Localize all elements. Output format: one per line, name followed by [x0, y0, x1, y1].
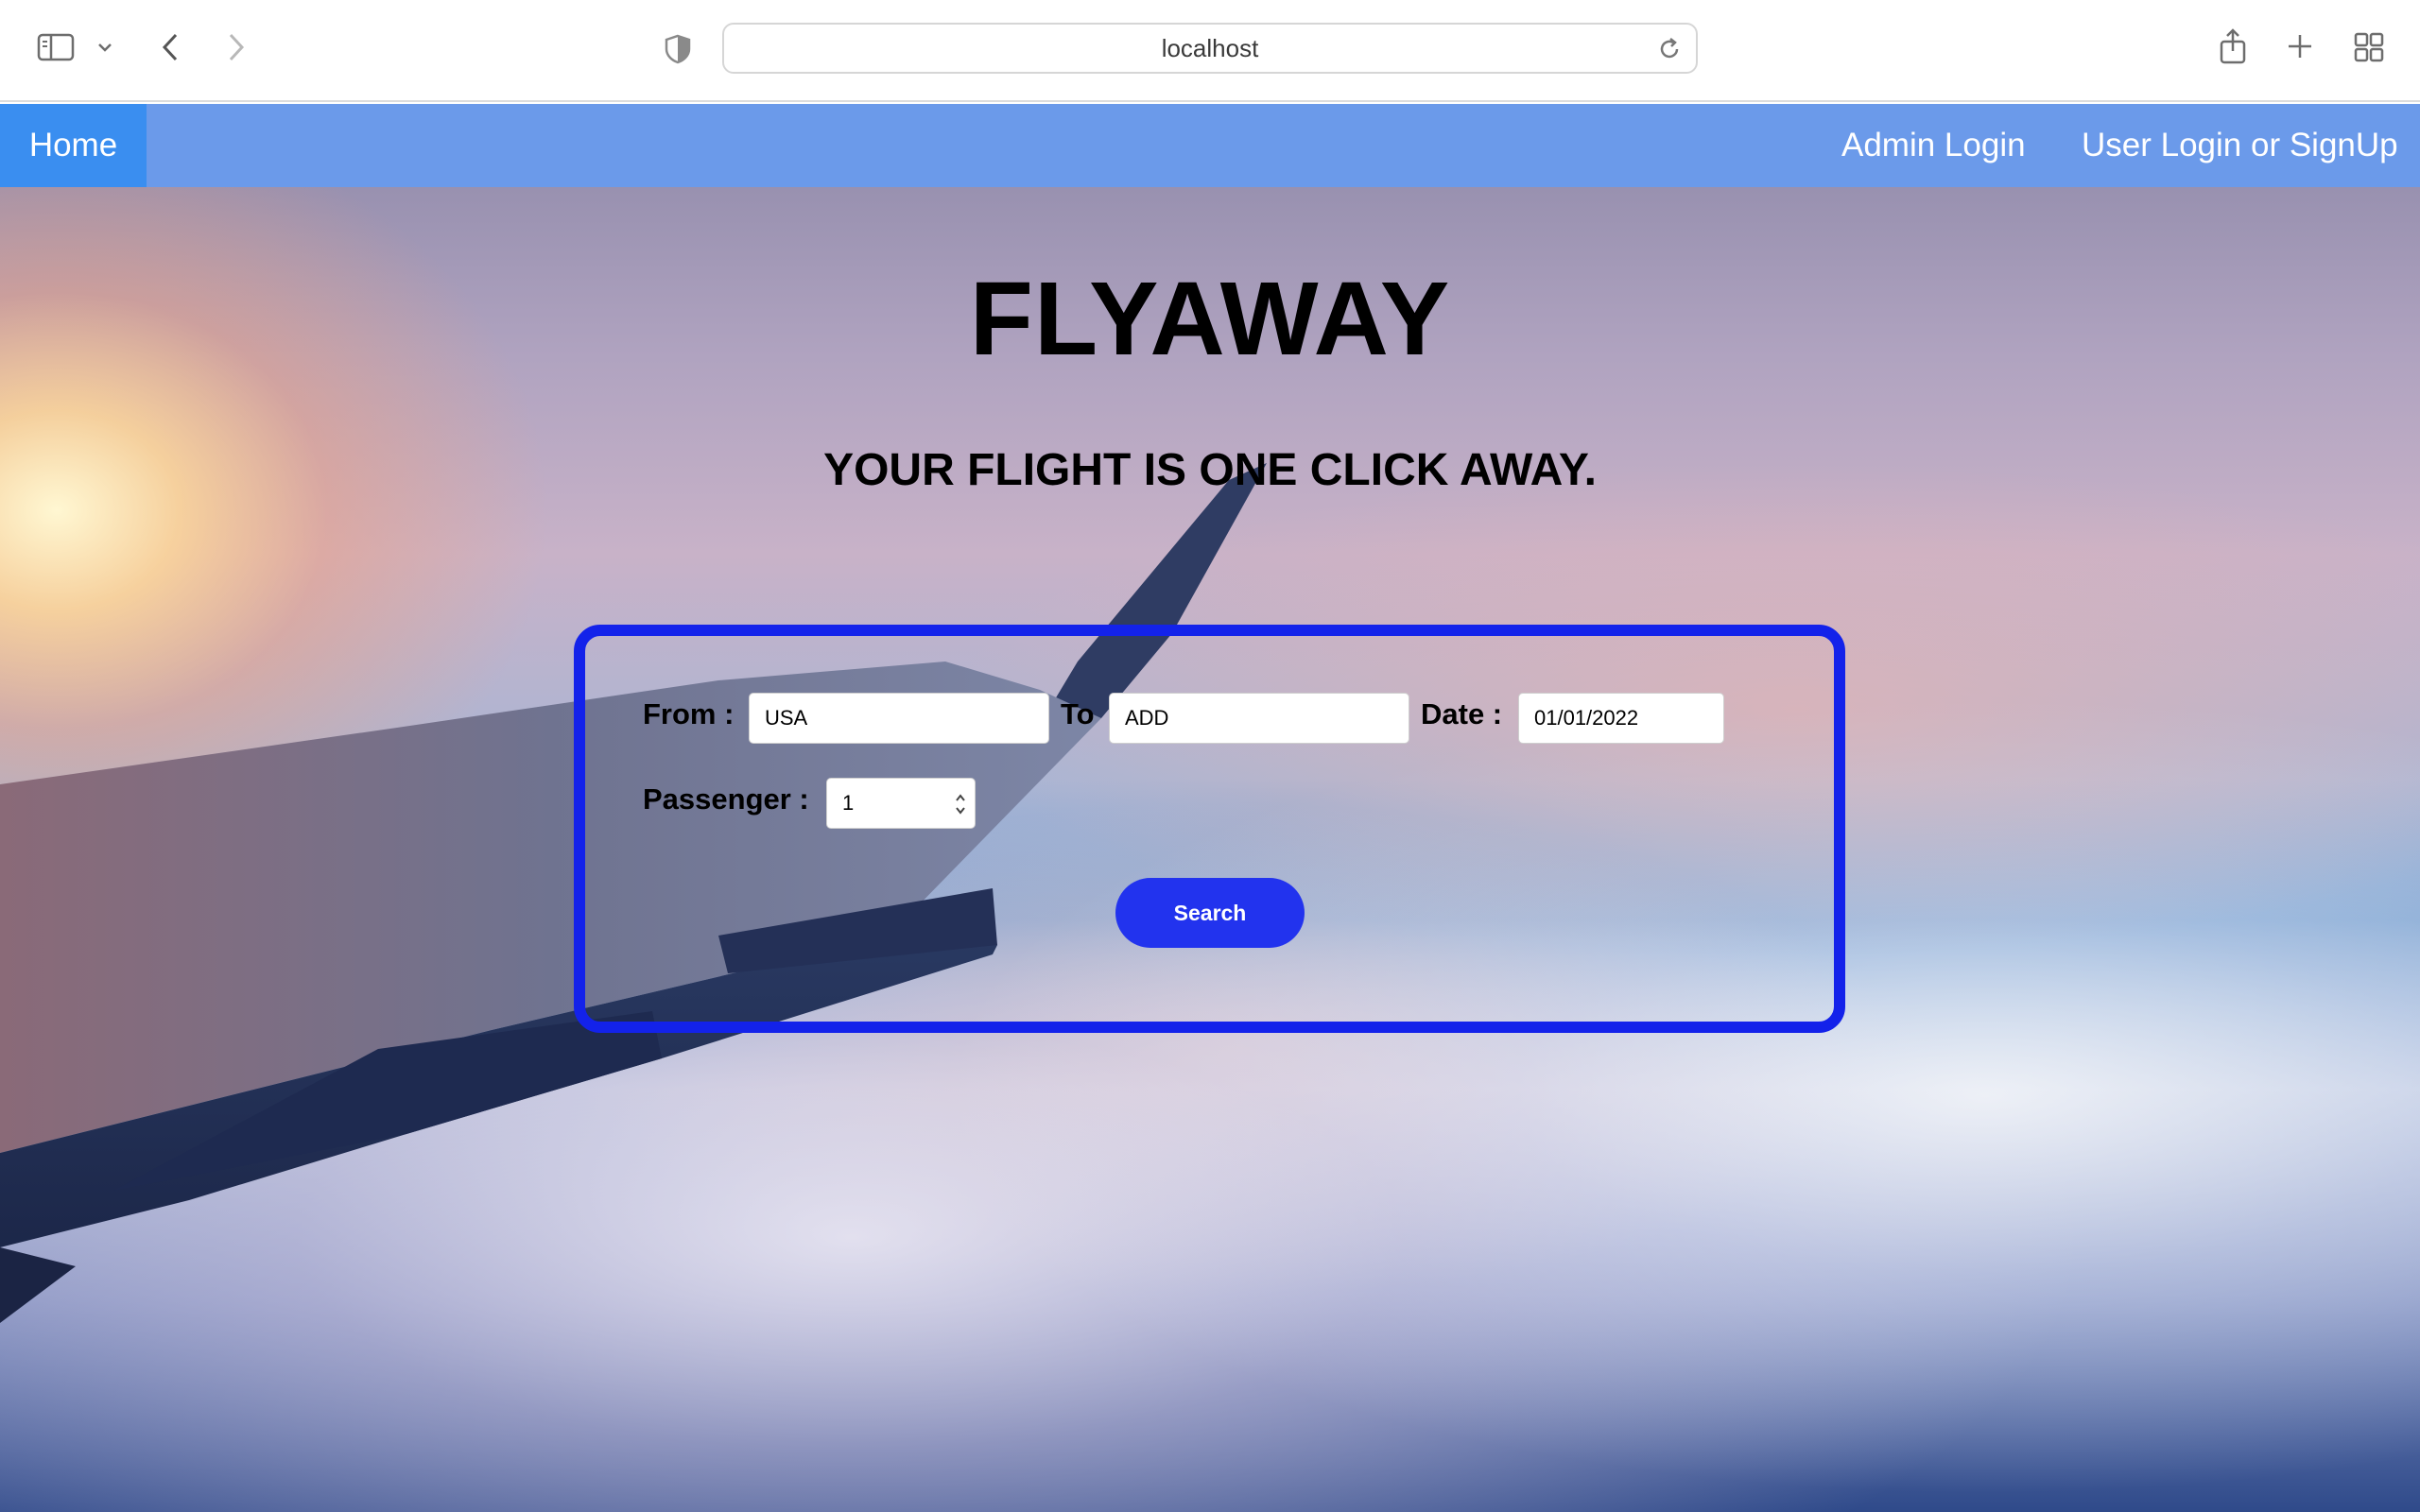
date-label: Date :: [1421, 697, 1503, 730]
from-input[interactable]: USA: [749, 693, 1049, 744]
reload-icon[interactable]: [1656, 36, 1683, 67]
navbar: Home Admin Login User Login or SignUp: [0, 104, 2420, 187]
browser-toolbar: localhost: [0, 0, 2420, 102]
nav-user-login-link[interactable]: User Login or SignUp: [2082, 104, 2398, 187]
chevron-down-icon[interactable]: [95, 40, 115, 55]
from-label: From :: [643, 697, 735, 730]
search-button[interactable]: Search: [1115, 878, 1305, 948]
stepper-arrows-icon[interactable]: [954, 790, 967, 818]
share-icon[interactable]: [2216, 26, 2250, 66]
page-title: FLYAWAY: [969, 261, 1451, 377]
sidebar-icon[interactable]: [36, 32, 76, 62]
page-subtitle: YOUR FLIGHT IS ONE CLICK AWAY.: [823, 445, 1597, 495]
address-bar[interactable]: localhost: [722, 23, 1698, 74]
passenger-stepper[interactable]: 1: [826, 778, 976, 829]
date-input[interactable]: 01/01/2022: [1518, 693, 1724, 744]
shield-icon[interactable]: [662, 32, 694, 66]
url-text: localhost: [1161, 33, 1259, 62]
to-label: To: [1061, 697, 1095, 730]
nav-home-link[interactable]: Home: [0, 104, 147, 187]
passenger-value: 1: [842, 791, 855, 815]
back-icon[interactable]: [157, 30, 183, 64]
passenger-label: Passenger :: [643, 782, 809, 816]
to-input[interactable]: ADD: [1109, 693, 1409, 744]
page-background: Home Admin Login User Login or SignUp FL…: [0, 104, 2420, 1512]
forward-icon[interactable]: [223, 30, 250, 64]
tab-overview-icon[interactable]: [2352, 30, 2386, 64]
new-tab-icon[interactable]: [2284, 30, 2316, 62]
nav-admin-login-link[interactable]: Admin Login: [1841, 104, 2026, 187]
search-form: [574, 625, 1845, 1033]
